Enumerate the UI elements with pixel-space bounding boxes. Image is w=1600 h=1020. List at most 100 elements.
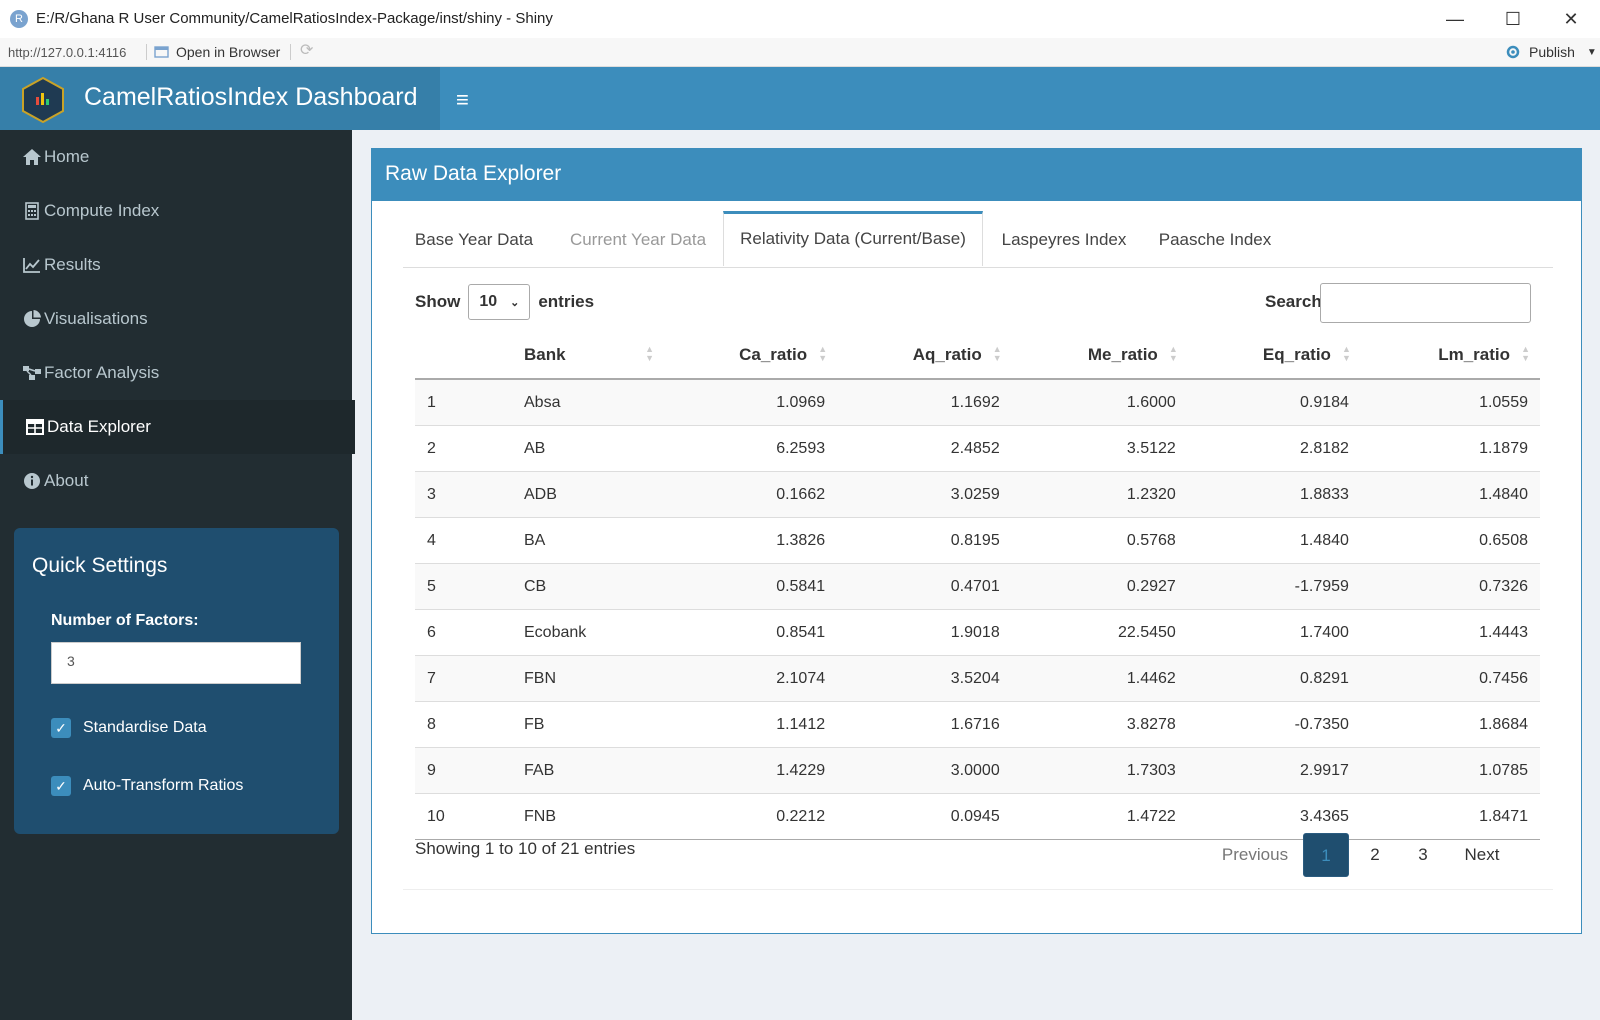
header-navbar: ≡ xyxy=(440,67,1600,130)
header-logo-area: CamelRatiosIndex Dashboard xyxy=(0,67,440,130)
sort-icon: ▲ ▼ xyxy=(1342,344,1351,363)
maximize-icon[interactable]: ☐ xyxy=(1490,4,1536,34)
ratio-cell: 0.5768 xyxy=(1011,517,1188,564)
standardise-data-checkbox[interactable]: ✓ Standardise Data xyxy=(51,718,207,738)
sidebar-item-label: Home xyxy=(44,147,90,166)
row-index-cell: 10 xyxy=(415,793,512,840)
auto-transform-ratios-checkbox[interactable]: ✓ Auto-Transform Ratios xyxy=(51,776,243,796)
column-header-lm-ratio[interactable]: Lm_ratio ▲ ▼ xyxy=(1360,331,1540,380)
sidebar-item-about[interactable]: About xyxy=(0,454,352,508)
refresh-icon[interactable]: ⟳ xyxy=(300,43,316,59)
standardise-data-label: Standardise Data xyxy=(83,719,207,736)
tab-base-year-data[interactable]: Base Year Data xyxy=(403,214,545,266)
ratio-cell: 1.1692 xyxy=(837,379,1012,426)
sidebar-item-factor-analysis[interactable]: Factor Analysis xyxy=(0,346,352,400)
column-header-eq-ratio[interactable]: Eq_ratio ▲ ▼ xyxy=(1187,331,1361,380)
next-page-button[interactable]: Next xyxy=(1452,833,1512,877)
ratio-cell: 0.8195 xyxy=(837,517,1012,564)
close-icon[interactable]: ✕ xyxy=(1548,4,1594,34)
sidebar-item-home[interactable]: Home xyxy=(0,130,352,184)
open-in-browser-label: Open in Browser xyxy=(176,44,281,60)
ratio-cell: 1.6000 xyxy=(1011,379,1188,426)
ratio-cell: 6.2593 xyxy=(664,425,838,472)
table-row: 4 BA 1.3826 0.8195 0.5768 1.4840 0.6508 xyxy=(415,517,1540,564)
open-browser-icon xyxy=(154,46,169,58)
column-header-bank[interactable]: Bank ▲ ▼ xyxy=(512,331,664,380)
ratio-cell: 22.5450 xyxy=(1011,609,1188,656)
url-text[interactable]: http://127.0.0.1:4116 xyxy=(8,45,126,60)
sidebar-item-label: Visualisations xyxy=(44,309,148,328)
show-label: Show xyxy=(415,292,461,311)
page-2-button[interactable]: 2 xyxy=(1352,833,1398,877)
ratio-cell: 0.7326 xyxy=(1360,563,1540,610)
table-row: 1 Absa 1.0969 1.1692 1.6000 0.9184 1.0559 xyxy=(415,379,1540,426)
row-index-cell: 1 xyxy=(415,379,512,426)
ratio-cell: 3.5122 xyxy=(1011,425,1188,472)
row-index-cell: 2 xyxy=(415,425,512,472)
ratio-cell: 2.4852 xyxy=(837,425,1012,472)
table-row: 5 CB 0.5841 0.4701 0.2927 -1.7959 0.7326 xyxy=(415,563,1540,610)
publish-button[interactable]: Publish ▼ xyxy=(1503,44,1597,60)
window-titlebar: R E:/R/Ghana R User Community/CamelRatio… xyxy=(0,0,1600,39)
row-index-cell: 7 xyxy=(415,655,512,702)
box-header: Raw Data Explorer xyxy=(372,149,1581,201)
column-header-me-ratio[interactable]: Me_ratio ▲ ▼ xyxy=(1011,331,1188,380)
auto-transform-ratios-label: Auto-Transform Ratios xyxy=(83,777,244,794)
sort-icon: ▲ ▼ xyxy=(818,344,828,363)
search-input[interactable] xyxy=(1320,283,1531,323)
page-3-button[interactable]: 3 xyxy=(1400,833,1446,877)
tab-laspeyres-index[interactable]: Laspeyres Index xyxy=(993,214,1135,266)
row-index-cell: 9 xyxy=(415,747,512,794)
tab-bar: Base Year Data Current Year Data Relativ… xyxy=(403,211,1553,268)
row-index-cell: 6 xyxy=(415,609,512,656)
table-row: 9 FAB 1.4229 3.0000 1.7303 2.9917 1.0785 xyxy=(415,747,1540,794)
entries-select[interactable]: 10 ⌄ xyxy=(468,284,531,320)
sort-icon: ▲ ▼ xyxy=(645,344,654,363)
sidebar-item-results[interactable]: Results xyxy=(0,238,352,292)
ratio-cell: 0.1662 xyxy=(664,471,838,518)
ratio-cell: -0.7350 xyxy=(1187,701,1361,748)
tab-current-year-data[interactable]: Current Year Data xyxy=(553,214,723,266)
ratio-cell: 0.6508 xyxy=(1360,517,1540,564)
minimize-icon[interactable]: — xyxy=(1432,4,1478,34)
bank-cell: CB xyxy=(512,563,664,610)
sidebar-toggle-icon[interactable]: ≡ xyxy=(456,87,469,113)
page-length-control: Show 10 ⌄ entries xyxy=(415,284,594,320)
home-icon xyxy=(22,147,42,167)
sidebar-item-compute-index[interactable]: Compute Index xyxy=(0,184,352,238)
chevron-down-icon[interactable]: ▼ xyxy=(1587,47,1597,58)
table-row: 8 FB 1.1412 1.6716 3.8278 -0.7350 1.8684 xyxy=(415,701,1540,748)
page-1-button[interactable]: 1 xyxy=(1303,833,1349,877)
tab-paasche-index[interactable]: Paasche Index xyxy=(1148,214,1282,266)
divider xyxy=(290,44,291,60)
column-header-index[interactable] xyxy=(415,331,512,380)
info-icon xyxy=(22,471,42,491)
ratio-cell: 1.6716 xyxy=(837,701,1012,748)
ratio-cell: 1.4443 xyxy=(1360,609,1540,656)
previous-page-button[interactable]: Previous xyxy=(1205,833,1305,877)
app-logo xyxy=(22,77,64,123)
entries-value: 10 xyxy=(479,293,498,310)
column-header-ca-ratio[interactable]: Ca_ratio ▲ ▼ xyxy=(664,331,838,380)
ratio-cell: 0.4701 xyxy=(837,563,1012,610)
ratio-cell: 2.8182 xyxy=(1187,425,1361,472)
ratio-cell: 0.5841 xyxy=(664,563,838,610)
column-header-aq-ratio[interactable]: Aq_ratio ▲ ▼ xyxy=(837,331,1012,380)
ratio-cell: -1.7959 xyxy=(1187,563,1361,610)
ratio-cell: 1.4840 xyxy=(1360,471,1540,518)
ratio-cell: 0.8291 xyxy=(1187,655,1361,702)
sort-icon: ▲ ▼ xyxy=(992,344,1002,363)
open-in-browser-button[interactable]: Open in Browser xyxy=(154,44,280,60)
ratio-cell: 3.0259 xyxy=(837,471,1012,518)
number-of-factors-input[interactable]: 3 xyxy=(51,642,301,684)
ratio-cell: 3.5204 xyxy=(837,655,1012,702)
ratio-cell: 1.0969 xyxy=(664,379,838,426)
number-of-factors-label: Number of Factors: xyxy=(51,612,199,629)
ratio-cell: 1.0559 xyxy=(1360,379,1540,426)
ratio-cell: 1.9018 xyxy=(837,609,1012,656)
sidebar-item-data-explorer[interactable]: Data Explorer xyxy=(0,400,355,454)
sidebar-item-visualisations[interactable]: Visualisations xyxy=(0,292,352,346)
tab-relativity-data[interactable]: Relativity Data (Current/Base) xyxy=(723,211,983,266)
ratio-cell: 1.1879 xyxy=(1360,425,1540,472)
ratio-cell: 1.4722 xyxy=(1011,793,1188,840)
